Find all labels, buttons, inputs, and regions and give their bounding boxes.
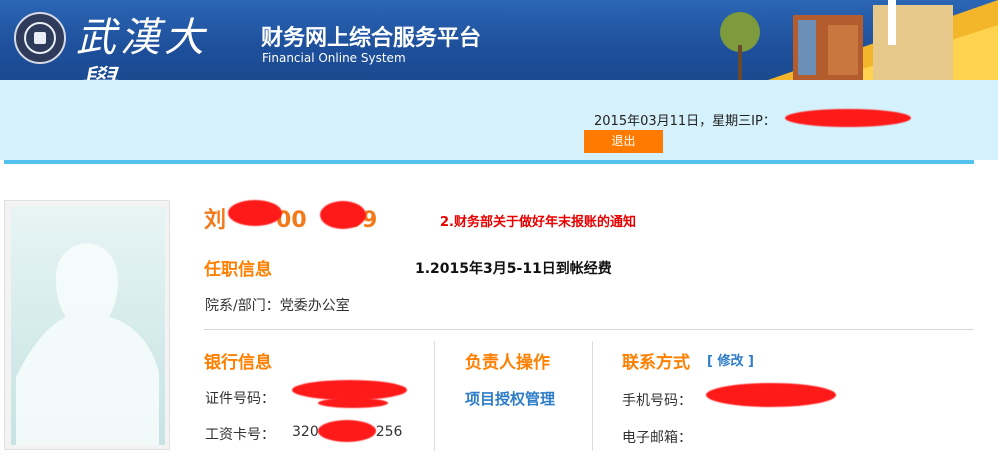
contact-title: 联系方式: [622, 353, 690, 373]
operator-title: 负责人操作: [465, 353, 550, 373]
redaction-mark: [320, 201, 366, 229]
logout-button[interactable]: 退出: [584, 130, 663, 153]
phone-label: 手机号码：: [622, 393, 692, 409]
salary-card-label: 工资卡号：: [205, 427, 275, 443]
app-header: 武漢大學 财务网上综合服务平台 Financial Online System: [0, 0, 998, 109]
project-authorization-link[interactable]: 项目授权管理: [465, 388, 555, 409]
id-number-label: 证件号码：: [205, 391, 275, 407]
column-divider: [434, 341, 435, 451]
redaction-mark: [785, 109, 911, 127]
redaction-mark: [292, 380, 407, 400]
date-ip-status: 2015年03月11日，星期三IP：: [594, 114, 776, 129]
user-avatar: [4, 200, 170, 450]
section-divider: [204, 329, 974, 330]
system-subtitle: Financial Online System: [262, 51, 406, 65]
header-building-illustration: [720, 0, 998, 80]
email-label: 电子邮箱：: [622, 430, 692, 446]
university-seal-logo: [14, 12, 66, 64]
notice-link-year-end[interactable]: 2.财务部关于做好年末报账的通知: [440, 211, 636, 230]
department: 院系/部门：党委办公室: [205, 298, 350, 314]
edit-contact-link[interactable]: [ 修改 ]: [707, 350, 754, 369]
redaction-mark: [228, 200, 282, 226]
avatar-placeholder-image: [11, 207, 165, 445]
redaction-mark: [706, 383, 836, 407]
redaction-mark: [318, 420, 376, 442]
column-divider: [592, 341, 593, 451]
employment-info-title: 任职信息: [204, 260, 272, 280]
redaction-mark: [318, 398, 388, 408]
funds-notice[interactable]: 1.2015年3月5-11日到帐经费: [415, 258, 612, 278]
header-divider: [4, 160, 974, 164]
system-title: 财务网上综合服务平台: [261, 26, 482, 51]
university-name-logo: 武漢大學: [76, 15, 208, 109]
bank-info-title: 银行信息: [204, 353, 272, 373]
